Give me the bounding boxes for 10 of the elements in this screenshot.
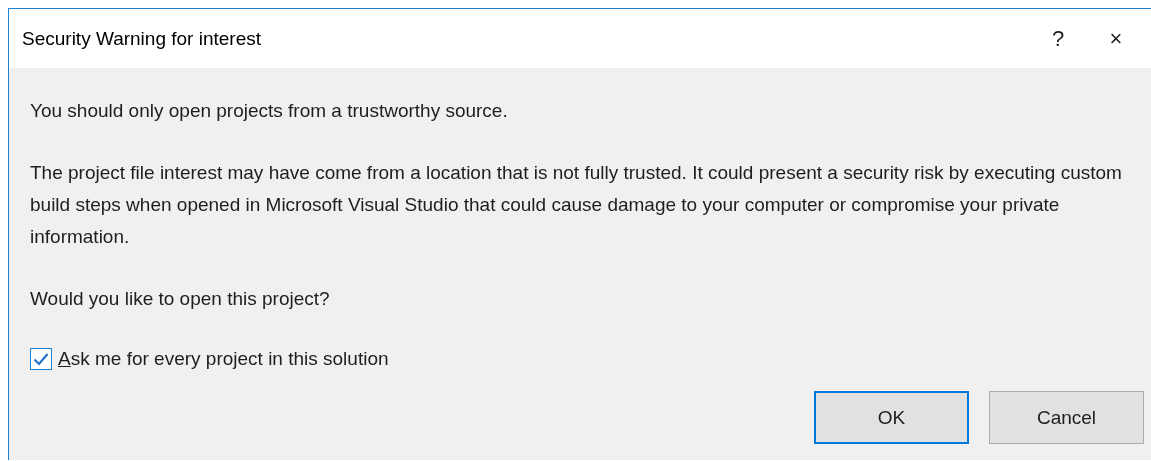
checkbox-label[interactable]: Ask me for every project in this solution <box>58 343 389 375</box>
help-button[interactable]: ? <box>1035 15 1081 62</box>
warning-text: You should only open projects from a trustworthy source. <box>30 99 509 123</box>
ok-button[interactable]: OK <box>814 391 969 444</box>
close-button[interactable]: × <box>1093 15 1139 62</box>
detail-text: The project file interest may have come from a location that is not fully trusted. It could present a security risk by executing custom build steps when opened in Microsoft Visual Studio that could cause damage to your computer or compromise your private information. <box>30 161 1123 249</box>
cancel-button[interactable]: Cancel <box>989 391 1144 444</box>
window-title: Security Warning for interest <box>22 27 262 50</box>
question-text: Would you like to open this project? <box>30 287 331 311</box>
checkbox[interactable] <box>30 348 52 370</box>
